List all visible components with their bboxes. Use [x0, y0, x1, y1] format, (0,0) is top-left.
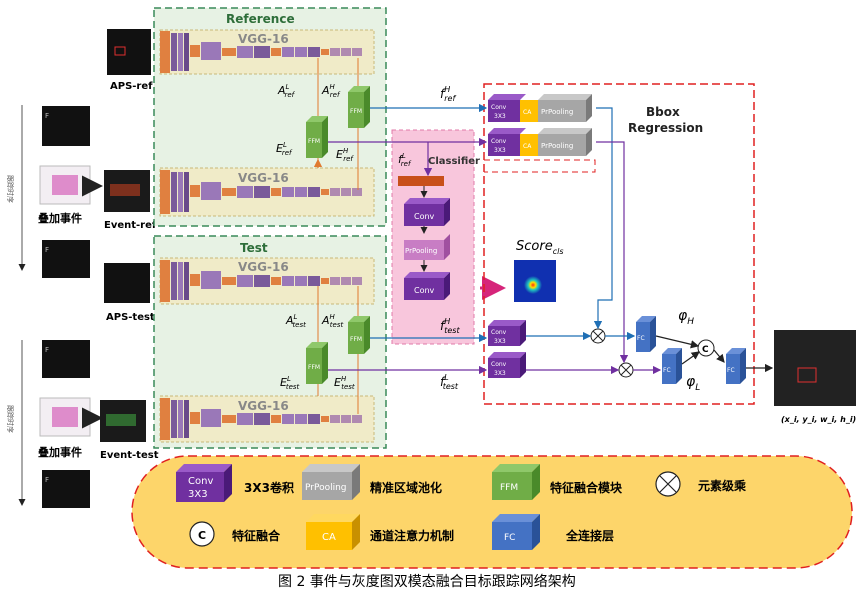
event-ref-label: Event-ref [104, 220, 157, 231]
score-cls-label: Scorecls [516, 239, 564, 256]
svg-text:3X3: 3X3 [494, 147, 506, 154]
aps-test-label: APS-test [106, 312, 155, 323]
ref-high-branch: Conv 3X3 CA PrPooling [488, 94, 592, 122]
svg-text:Conv: Conv [414, 212, 435, 221]
frame-t1-label: F [45, 246, 49, 254]
svg-text:全连接层: 全连接层 [565, 528, 614, 543]
ref-low-branch: Conv 3X3 CA PrPooling [488, 128, 592, 156]
svg-text:FFM: FFM [308, 364, 320, 371]
phi-l: φL [686, 374, 700, 393]
fc-low: FC [662, 348, 682, 384]
svg-text:PrPooling: PrPooling [541, 108, 573, 116]
svg-text:FC: FC [637, 335, 645, 342]
svg-text:CA: CA [523, 109, 532, 116]
svg-text:FFM: FFM [350, 336, 362, 343]
vgg-test-bottom-label: VGG-16 [238, 399, 289, 413]
ffm-test-low: FFM [306, 342, 328, 384]
bbox-title-1: Bbox [646, 105, 680, 119]
svg-text:Conv: Conv [491, 104, 507, 111]
frame-t1-label-2: F [45, 476, 49, 484]
aps-ref-label: APS-ref [110, 81, 153, 92]
event-test-label: Event-test [100, 450, 159, 461]
ffm-ref-low: FFM [306, 116, 328, 158]
svg-text:精准区域池化: 精准区域池化 [370, 480, 442, 495]
classifier-conv-1: Conv [404, 198, 450, 226]
fc-final: FC [726, 348, 746, 384]
frame-t-image [42, 106, 90, 146]
vgg-test-top-label: VGG-16 [238, 260, 289, 274]
svg-text:FFM: FFM [308, 138, 320, 145]
svg-text:特征融合模块: 特征融合模块 [550, 480, 623, 495]
svg-text:FC: FC [727, 367, 735, 374]
svg-text:3X3: 3X3 [494, 338, 506, 345]
svg-text:PrPooling: PrPooling [305, 483, 347, 493]
svg-text:Conv: Conv [188, 476, 213, 487]
event-cloud [52, 175, 78, 195]
concat-node: C [697, 339, 715, 357]
aps-ref-image [107, 29, 151, 75]
svg-text:C: C [702, 345, 709, 355]
svg-text:CA: CA [322, 532, 336, 543]
timeline-label: 跟踪时序 [6, 175, 15, 203]
classifier-conv-2: Conv [404, 272, 450, 300]
svg-text:CA: CA [523, 143, 532, 150]
bbox-output-label: (x_i, y_i, w_i, h_i) [781, 415, 856, 424]
vgg-ref-bottom-label: VGG-16 [238, 171, 289, 185]
svg-text:PrPooling: PrPooling [405, 247, 437, 255]
svg-text:3X3: 3X3 [494, 113, 506, 120]
svg-text:特征融合: 特征融合 [232, 528, 281, 543]
timeline-bottom: 跟踪时序 [6, 340, 26, 506]
frame-t1-image-2 [42, 470, 90, 508]
multiply-high [590, 328, 606, 344]
svg-text:3X3: 3X3 [494, 370, 506, 377]
frame-t-image-2 [42, 340, 90, 378]
reference-title: Reference [226, 12, 295, 26]
f-ref-h: fH ref [440, 85, 456, 103]
ffm-ref-high: FFM [348, 86, 370, 128]
svg-text:FFM: FFM [350, 108, 362, 115]
multiply-low [618, 362, 634, 378]
test-title: Test [240, 241, 268, 255]
classifier-title: Classifier [428, 156, 480, 167]
figure-caption: 图 2 事件与灰度图双模态融合目标跟踪网络架构 [278, 574, 576, 590]
frame-t1-image [42, 240, 90, 278]
frame-t-label-2: F [45, 346, 49, 354]
svg-text:3X3卷积: 3X3卷积 [244, 480, 294, 495]
test-low-conv: Conv 3X3 [488, 352, 526, 378]
stack-events-label-2: 叠加事件 [38, 445, 82, 459]
frame-t-label: F [45, 112, 49, 120]
test-high-conv: Conv 3X3 [488, 320, 526, 346]
svg-text:3X3: 3X3 [188, 489, 208, 500]
svg-text:FC: FC [504, 533, 515, 543]
vgg-ref-top-label: VGG-16 [238, 32, 289, 46]
svg-text:通道注意力机制: 通道注意力机制 [370, 528, 454, 543]
f-test-l: fL test [440, 373, 459, 391]
svg-text:Conv: Conv [491, 138, 507, 145]
svg-text:FC: FC [663, 367, 671, 374]
svg-text:PrPooling: PrPooling [541, 142, 573, 150]
fc-high: FC [636, 316, 656, 352]
svg-text:Conv: Conv [414, 286, 435, 295]
phi-h: φH [678, 308, 694, 327]
classifier-input-feature [398, 176, 444, 186]
bbox-title-2: Regression [628, 121, 703, 135]
timeline-label-2: 跟踪时序 [6, 405, 15, 433]
aps-test-image [104, 263, 150, 303]
svg-text:Conv: Conv [491, 361, 507, 368]
timeline-top: 跟踪时序 [6, 105, 26, 271]
ffm-test-high: FFM [348, 316, 370, 354]
stack-events-label-1: 叠加事件 [38, 211, 82, 225]
architecture-diagram: 跟踪时序 跟踪时序 F 叠加事件 F APS-ref Event-ref F 叠… [6, 7, 856, 590]
svg-text:FFM: FFM [500, 483, 518, 493]
svg-text:C: C [198, 529, 206, 542]
svg-text:元素级乘: 元素级乘 [698, 478, 746, 493]
svg-text:Conv: Conv [491, 329, 507, 336]
